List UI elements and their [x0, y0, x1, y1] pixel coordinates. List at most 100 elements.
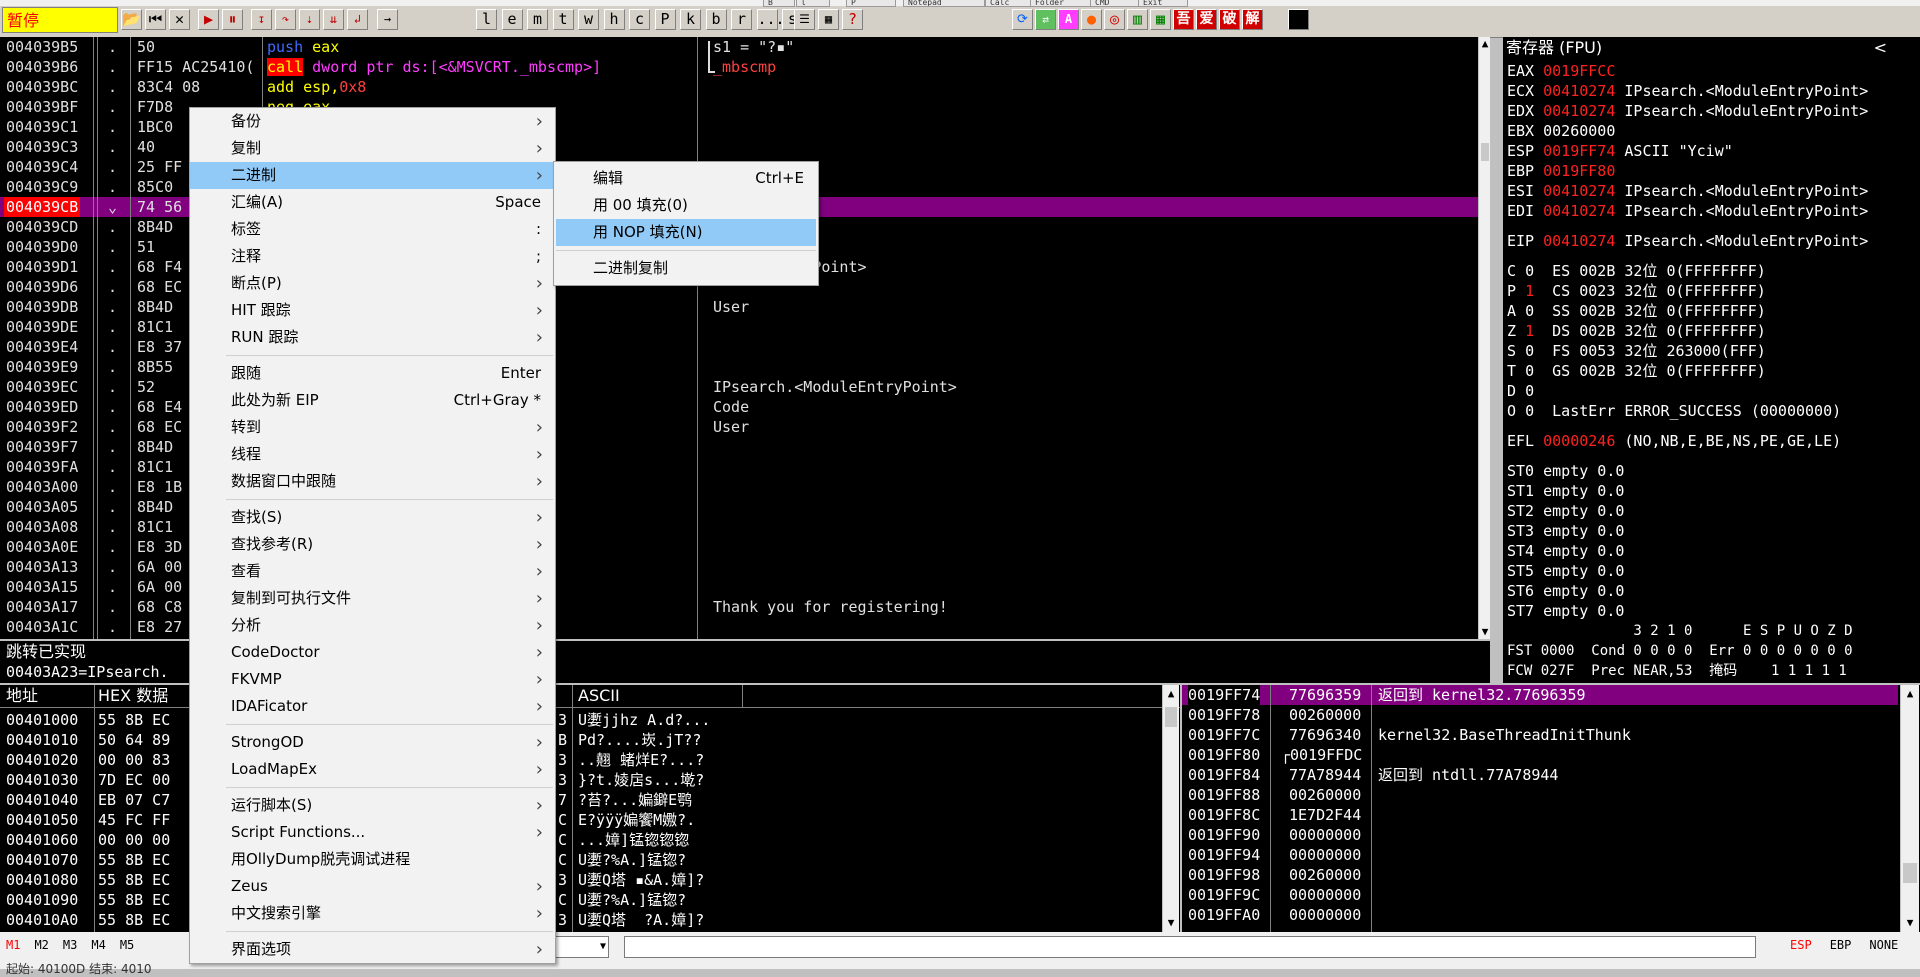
register-value[interactable]: 00410274 [1543, 202, 1615, 220]
window-button-3[interactable]: t [552, 9, 574, 30]
register-row[interactable]: ESP 0019FF74 ASCII "Yciw" [1507, 141, 1919, 161]
top-tab[interactable]: B [763, 0, 795, 7]
go-to-icon[interactable]: → [377, 9, 398, 30]
menu-item[interactable]: 二进制 › [190, 162, 555, 189]
submenu-item[interactable]: 编辑 Ctrl+E [554, 165, 818, 192]
dump-row[interactable]: 00401030 7D EC 00 3}?t.婈扂s...墘? [0, 770, 1160, 790]
command-input[interactable] [624, 936, 1756, 958]
menu-item[interactable]: Script Functions... › [190, 819, 555, 846]
trace-into-icon[interactable]: ⇣ [299, 9, 320, 30]
menu-item[interactable]: FKVMP › [190, 666, 555, 693]
stack-row[interactable]: 0019FF8C 1E7D2F44 [1182, 805, 1898, 825]
menu-item[interactable]: 断点(P) › [190, 270, 555, 297]
menu-item[interactable]: HIT 跟踪 › [190, 297, 555, 324]
flag-value[interactable]: 1 [1525, 322, 1534, 340]
stack-mark-2[interactable]: NONE [1869, 938, 1898, 952]
menu-item[interactable]: CodeDoctor › [190, 639, 555, 666]
window-button-0[interactable]: l [476, 9, 497, 30]
register-value[interactable]: 00410274 [1543, 232, 1615, 250]
stack-row[interactable]: 0019FF78 00260000 [1182, 705, 1898, 725]
menu-item[interactable]: 查看 › [190, 558, 555, 585]
menu-item[interactable]: StrongOD › [190, 729, 555, 756]
fpu-row[interactable]: ST4 empty 0.0 [1507, 541, 1919, 561]
mark-4[interactable]: M4 [91, 938, 105, 952]
disasm-row[interactable]: 004039BC. 83C4 08 add esp,0x8 [0, 77, 1480, 97]
stack-row[interactable]: 0019FF84 77A78944 返回到 ntdll.77A78944 [1182, 765, 1898, 785]
fpu-row[interactable]: ST5 empty 0.0 [1507, 561, 1919, 581]
mark-1[interactable]: M1 [6, 938, 20, 952]
flag-row[interactable]: S 0 FS 0053 32位 263000(FFF) [1507, 341, 1919, 361]
stack-row[interactable]: 0019FF9C 00000000 [1182, 885, 1898, 905]
dump-col-hex[interactable]: HEX 数据 [98, 685, 169, 707]
submenu-item[interactable]: 用 00 填充(0) [554, 192, 818, 219]
fpu-row[interactable]: ST3 empty 0.0 [1507, 521, 1919, 541]
flag-value[interactable]: 1 [1525, 282, 1534, 300]
orange-circle-icon[interactable]: ● [1081, 9, 1102, 30]
letter-a-icon[interactable]: A [1058, 9, 1079, 30]
menu-item[interactable]: 分析 › [190, 612, 555, 639]
fpu-row[interactable]: ST7 empty 0.0 [1507, 601, 1919, 621]
execute-till-return-icon[interactable]: ↲ [347, 9, 368, 30]
register-value[interactable]: 0019FF74 [1543, 142, 1615, 160]
stack-row[interactable]: 0019FF94 00000000 [1182, 845, 1898, 865]
plugin-button-1[interactable]: 爱 [1196, 9, 1217, 30]
top-tab[interactable]: Calc [985, 0, 1033, 7]
green-grid-icon[interactable]: ▦ [1150, 9, 1171, 30]
register-value[interactable]: 0019FF80 [1543, 162, 1615, 180]
plugin-icon[interactable]: ⇄ [1035, 9, 1056, 30]
register-row[interactable]: EBP 0019FF80 [1507, 161, 1919, 181]
help-icon[interactable]: ? [842, 9, 863, 30]
flag-value[interactable]: 0 [1525, 382, 1534, 400]
close-icon[interactable]: ✕ [169, 9, 190, 30]
menu-item[interactable]: 中文搜索引擎 › [190, 900, 555, 927]
flag-row[interactable]: O 0 LastErr ERROR_SUCCESS (00000000) [1507, 401, 1919, 421]
target-icon[interactable]: ◎ [1104, 9, 1125, 30]
submenu-item[interactable]: 二进制复制 [554, 255, 818, 282]
registers-pane[interactable]: 寄存器 (FPU) < EAX 0019FFCC ECX 00410274 IP… [1503, 37, 1920, 683]
window-button-10[interactable]: r [731, 9, 752, 30]
register-value[interactable]: 00410274 [1543, 182, 1615, 200]
flag-row[interactable]: T 0 GS 002B 32位 0(FFFFFFFF) [1507, 361, 1919, 381]
flag-row[interactable]: D 0 [1507, 381, 1919, 401]
top-tab[interactable]: CMD [1090, 0, 1140, 7]
dump-row[interactable]: 00401060 00 00 00 C ...嫜]锰锪锪锪 [0, 830, 1160, 850]
flag-row[interactable]: Z 1 DS 002B 32位 0(FFFFFFFF) [1507, 321, 1919, 341]
dump-row[interactable]: 00401000 55 8B EC 3 U嬱jjhz A.d?... [0, 710, 1160, 730]
flag-value[interactable]: 0 [1525, 262, 1534, 280]
window-button-1[interactable]: e [501, 9, 523, 30]
register-value[interactable]: 00410274 [1543, 102, 1615, 120]
register-row[interactable]: EAX 0019FFCC [1507, 61, 1919, 81]
menu-item[interactable]: IDAFicator › [190, 693, 555, 720]
menu-item[interactable]: 查找(S) › [190, 504, 555, 531]
menu-item[interactable]: 此处为新 EIP Ctrl+Gray * [190, 387, 555, 414]
register-row[interactable]: EIP 00410274 IPsearch.<ModuleEntryPoint> [1507, 231, 1919, 251]
flag-value[interactable]: 0 [1525, 302, 1534, 320]
efl-value[interactable]: 00000246 [1543, 432, 1615, 450]
plugin-button-2[interactable]: 破 [1219, 9, 1240, 30]
disasm-row[interactable]: 004039B6. FF15 AC25410(call dword ptr ds:… [0, 57, 1480, 77]
mark-5[interactable]: M5 [120, 938, 134, 952]
fpu-row[interactable]: ST1 empty 0.0 [1507, 481, 1919, 501]
stack-pane[interactable]: 0019FF74 77696359 返回到 kernel32.77696359 001… [1182, 685, 1920, 932]
black-square-icon[interactable] [1288, 9, 1309, 30]
menu-item[interactable]: 注释; [190, 243, 555, 270]
list-icon[interactable]: ☰ [794, 9, 815, 30]
register-value[interactable]: 0019FFCC [1543, 62, 1615, 80]
stack-row[interactable]: 0019FF74 77696359 返回到 kernel32.77696359 [1182, 685, 1898, 705]
register-row[interactable]: ECX 00410274 IPsearch.<ModuleEntryPoint> [1507, 81, 1919, 101]
step-over-icon[interactable]: ↷ [275, 9, 296, 30]
options-icon[interactable]: ▦ [818, 9, 839, 30]
green-bars-icon[interactable]: ▥ [1127, 9, 1148, 30]
stack-row[interactable]: 0019FFA0 00000000 [1182, 905, 1898, 925]
menu-item[interactable]: 运行脚本(S) › [190, 792, 555, 819]
register-value[interactable]: 00410274 [1543, 82, 1615, 100]
submenu-item[interactable]: 用 NOP 填充(N) [556, 219, 816, 246]
run-icon[interactable]: ▶ [198, 9, 219, 30]
efl-row[interactable]: EFL 00000246 (NO,NB,E,BE,NS,PE,GE,LE) [1507, 431, 1919, 451]
menu-item[interactable]: LoadMapEx › [190, 756, 555, 783]
stack-row[interactable]: 0019FF90 00000000 [1182, 825, 1898, 845]
menu-item[interactable]: 复制 › [190, 135, 555, 162]
stack-scrollbar[interactable]: ▲ ▼ [1900, 685, 1919, 932]
window-button-8[interactable]: k [680, 9, 701, 30]
flag-row[interactable]: C 0 ES 002B 32位 0(FFFFFFFF) [1507, 261, 1919, 281]
